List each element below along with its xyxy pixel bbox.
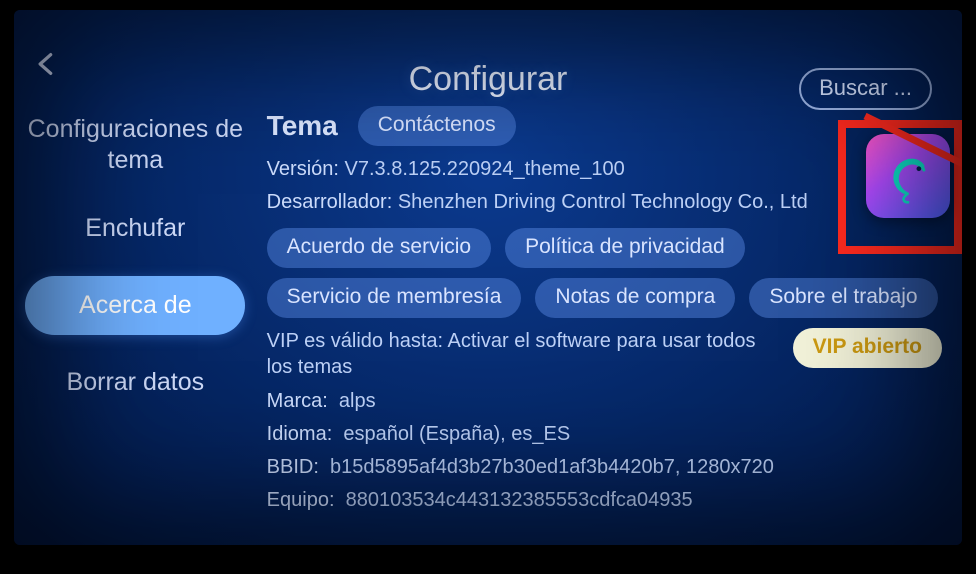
chameleon-icon xyxy=(879,147,937,205)
vip-valid-text: VIP es válido hasta: Activar el software… xyxy=(267,328,777,380)
section-label-theme: Tema xyxy=(267,110,338,142)
equipo-line: Equipo: 880103534c443132385553cdfca04935 xyxy=(267,487,942,514)
bbid-line: BBID: b15d5895af4d3b27b30ed1af3b4420b7, … xyxy=(267,454,942,481)
service-agreement-button[interactable]: Acuerdo de servicio xyxy=(267,228,491,268)
version-label: Versión: xyxy=(267,158,339,180)
equipo-label: Equipo: xyxy=(267,489,335,511)
sidebar-item-clear-data[interactable]: Borrar datos xyxy=(25,357,245,408)
membership-service-button[interactable]: Servicio de membresía xyxy=(267,278,522,318)
vip-row: VIP es válido hasta: Activar el software… xyxy=(267,328,942,380)
brand-value: alps xyxy=(339,390,376,412)
language-line: Idioma: español (España), es_ES xyxy=(267,421,942,448)
purchase-notes-button[interactable]: Notas de compra xyxy=(535,278,735,318)
sidebar-item-theme-config[interactable]: Configuraciones de tema xyxy=(25,110,245,181)
privacy-policy-button[interactable]: Política de privacidad xyxy=(505,228,745,268)
sidebar-item-plugin[interactable]: Enchufar xyxy=(25,203,245,254)
links-row-2: Servicio de membresía Notas de compra So… xyxy=(267,278,942,318)
sidebar-item-about[interactable]: Acerca de xyxy=(25,276,245,335)
brand-line: Marca: alps xyxy=(267,388,942,415)
vip-open-button[interactable]: VIP abierto xyxy=(793,328,942,368)
main-panel: Tema Contáctenos Versión: V7.3.8.125.220… xyxy=(257,100,962,545)
content-body: Configuraciones de tema Enchufar Acerca … xyxy=(14,100,962,545)
about-work-button[interactable]: Sobre el trabajo xyxy=(749,278,937,318)
developer-value: Shenzhen Driving Control Technology Co.,… xyxy=(398,191,808,213)
sidebar: Configuraciones de tema Enchufar Acerca … xyxy=(14,100,257,545)
header: Configurar Buscar ... xyxy=(14,10,962,100)
bbid-value: b15d5895af4d3b27b30ed1af3b4420b7, 1280x7… xyxy=(330,456,774,478)
version-value: V7.3.8.125.220924_theme_100 xyxy=(345,158,625,180)
equipo-value: 880103534c443132385553cdfca04935 xyxy=(346,489,693,511)
developer-label: Desarrollador: xyxy=(267,191,393,213)
language-label: Idioma: xyxy=(267,423,333,445)
app-icon-button[interactable] xyxy=(866,134,950,218)
language-value: español (España), es_ES xyxy=(343,423,570,445)
settings-screen: Configurar Buscar ... Configuraciones de… xyxy=(14,10,962,545)
bbid-label: BBID: xyxy=(267,456,319,478)
contact-us-button[interactable]: Contáctenos xyxy=(358,106,516,146)
brand-label: Marca: xyxy=(267,390,328,412)
